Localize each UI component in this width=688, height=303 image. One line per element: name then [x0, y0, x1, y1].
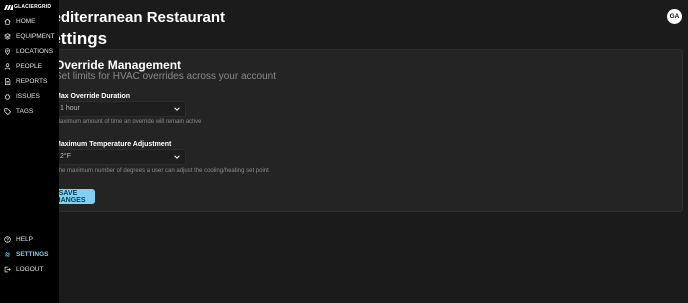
sidebar: GLACIERGRID HOME EQUIPMENT LOCATIONS PEO…	[0, 0, 59, 303]
sidebar-item-issues[interactable]: ISSUES	[4, 91, 40, 101]
max-override-duration-select[interactable]: 1 hour	[55, 101, 186, 117]
max-temperature-adjustment-help: The maximum number of degrees a user can…	[55, 168, 269, 174]
logo[interactable]: GLACIERGRID	[4, 4, 51, 10]
avatar[interactable]: GA	[667, 9, 682, 24]
person-icon	[4, 62, 11, 70]
sidebar-item-reports[interactable]: REPORTS	[4, 76, 47, 86]
select-value: 1 hour	[60, 105, 80, 112]
gear-icon	[4, 251, 11, 257]
override-management-card: Override Management Set limits for HVAC …	[34, 49, 683, 212]
bug-icon	[4, 93, 11, 100]
main-content: Mediterranean Restaurant GA Settings Ove…	[0, 0, 688, 303]
sidebar-item-label: SETTINGS	[16, 250, 49, 258]
sidebar-item-logout[interactable]: LOGOUT	[4, 264, 43, 274]
sidebar-item-label: LOGOUT	[16, 265, 44, 273]
sidebar-item-label: ISSUES	[16, 92, 40, 100]
location-pin-icon	[5, 47, 10, 55]
sidebar-item-label: REPORTS	[16, 77, 48, 85]
chevron-down-icon	[174, 155, 180, 159]
max-override-duration-label: Max Override Duration	[55, 93, 131, 100]
sidebar-item-label: PEOPLE	[16, 62, 43, 70]
sidebar-item-home[interactable]: HOME	[4, 16, 36, 26]
sidebar-item-tags[interactable]: TAGS	[4, 106, 33, 116]
select-value: 2°F	[60, 153, 71, 160]
sidebar-item-locations[interactable]: LOCATIONS	[4, 46, 53, 56]
layers-icon	[4, 32, 11, 40]
home-icon	[4, 18, 11, 25]
logout-icon	[4, 266, 11, 272]
max-temperature-adjustment-label: Maximum Temperature Adjustment	[55, 141, 172, 148]
chevron-down-icon	[174, 107, 180, 111]
sidebar-item-help[interactable]: HELP	[4, 234, 33, 244]
sidebar-item-label: TAGS	[16, 107, 34, 115]
sidebar-item-label: HOME	[16, 17, 36, 25]
sidebar-item-label: EQUIPMENT	[16, 32, 55, 40]
sidebar-item-settings[interactable]: SETTINGS	[4, 249, 49, 259]
document-icon	[5, 77, 11, 85]
glaciergrid-logo-icon	[4, 4, 13, 10]
tag-icon	[4, 107, 11, 115]
help-icon	[4, 235, 11, 243]
max-temperature-adjustment-select[interactable]: 2°F	[55, 149, 186, 165]
sidebar-item-equipment[interactable]: EQUIPMENT	[4, 31, 55, 41]
restaurant-name: Mediterranean Restaurant	[40, 9, 226, 26]
max-override-duration-help: Maximum amount of time an override will …	[55, 119, 202, 125]
card-subtitle: Set limits for HVAC overrides across you…	[55, 71, 277, 82]
card-title: Override Management	[55, 58, 182, 72]
sidebar-item-label: HELP	[16, 235, 33, 243]
sidebar-item-label: LOCATIONS	[16, 47, 54, 55]
sidebar-item-people[interactable]: PEOPLE	[4, 61, 42, 71]
brand-name: GLACIERGRID	[14, 4, 52, 10]
